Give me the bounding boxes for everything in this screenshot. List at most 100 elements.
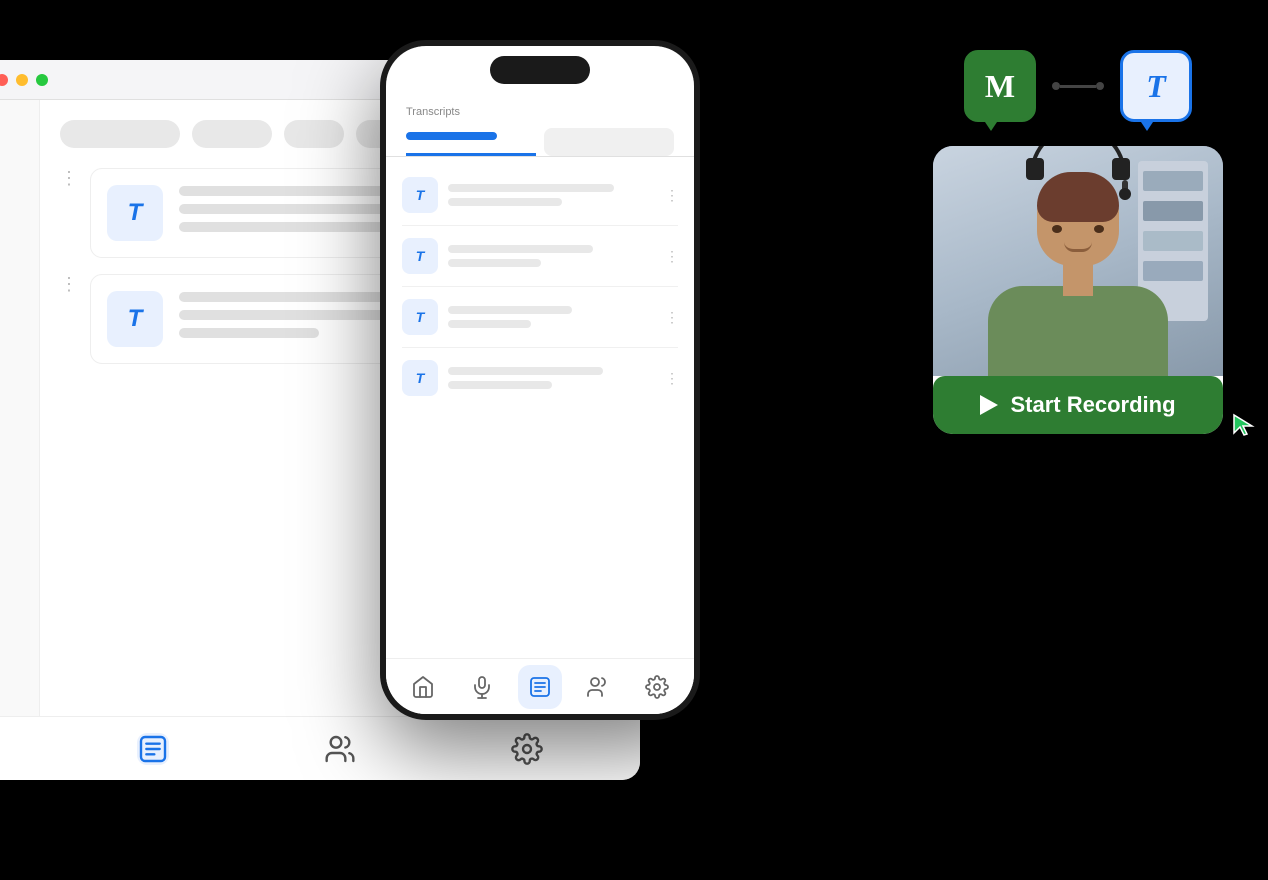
phone-nav-transcripts[interactable] (518, 665, 562, 709)
mic-icon (470, 675, 494, 699)
phone-t-icon-1: T (416, 187, 425, 203)
phone-notch (490, 56, 590, 84)
phone-sk-title-4 (448, 367, 603, 375)
phone-sk-sub-2 (448, 259, 541, 267)
skeleton-meta (179, 222, 391, 232)
desktop-nav-transcripts[interactable] (137, 733, 169, 765)
phone-item-more-1[interactable]: ⋮ (665, 187, 678, 204)
video-area (933, 146, 1223, 376)
active-tab-indicator (406, 132, 497, 140)
inactive-tab[interactable] (544, 128, 674, 156)
item-dots-icon[interactable]: ⋮ (60, 168, 76, 189)
phone-item-icon-3: T (402, 299, 438, 335)
phone-list-item-1[interactable]: T ⋮ (402, 165, 678, 226)
filter-pill-3 (284, 120, 344, 148)
home-icon (411, 675, 435, 699)
video-card: Start Recording (933, 146, 1223, 434)
person-eyes (1052, 224, 1104, 234)
phone-sk-title-2 (448, 245, 593, 253)
skeleton-meta-2 (179, 328, 319, 338)
transcripts-icon (528, 675, 552, 699)
phone-item-icon-4: T (402, 360, 438, 396)
record-button-label: Start Recording (1010, 392, 1175, 418)
settings-icon (645, 675, 669, 699)
transcript-icon-box-2: T (107, 291, 163, 347)
phone-item-text-1 (448, 184, 655, 206)
connector-bar (1060, 85, 1096, 88)
play-icon (980, 395, 998, 415)
phone-nav-team[interactable] (576, 665, 620, 709)
phone-sk-title-1 (448, 184, 614, 192)
team-icon (586, 675, 610, 699)
phone-bottom-nav (386, 658, 694, 714)
desktop-bottom-nav (0, 716, 640, 780)
person-head (1037, 172, 1119, 266)
eye-right (1094, 225, 1104, 233)
maximize-dot[interactable] (36, 74, 48, 86)
person-torso (988, 286, 1168, 376)
phone-divider (386, 156, 694, 157)
cursor-arrow-icon (1230, 411, 1258, 439)
phone-t-icon-2: T (416, 248, 425, 264)
t-logo-icon: T (128, 199, 143, 227)
close-dot[interactable] (0, 74, 8, 86)
transcript-icon-box: T (107, 185, 163, 241)
meet-app-icon: M (964, 50, 1036, 122)
cursor-indicator (1230, 411, 1258, 444)
headset-right (1112, 158, 1130, 180)
app-icons-row: M T (908, 50, 1248, 122)
person-smile (1064, 242, 1092, 252)
mic-head (1119, 188, 1131, 200)
item-dots-icon-2[interactable]: ⋮ (60, 274, 76, 295)
headset-left (1026, 158, 1044, 180)
right-panel: M T (908, 50, 1248, 434)
eye-left (1052, 225, 1062, 233)
phone-sk-sub-1 (448, 198, 562, 206)
minimize-dot[interactable] (16, 74, 28, 86)
mic-boom (1122, 180, 1128, 200)
phone-device: Transcripts T (380, 40, 700, 720)
connector (1052, 82, 1104, 90)
phone-sk-sub-3 (448, 320, 531, 328)
desktop-nav-settings[interactable] (511, 733, 543, 765)
phone-tab-bar (406, 128, 674, 156)
desktop-nav-team[interactable] (324, 733, 356, 765)
phone-nav-home[interactable] (401, 665, 445, 709)
phone-t-icon-3: T (416, 309, 425, 325)
shelf-row-1 (1143, 171, 1203, 191)
filter-pill-1 (60, 120, 180, 148)
phone-item-icon-1: T (402, 177, 438, 213)
start-recording-button[interactable]: Start Recording (933, 376, 1223, 434)
transcription-app-icon: T (1120, 50, 1192, 122)
filter-pill-2 (192, 120, 272, 148)
phone-t-icon-4: T (416, 370, 425, 386)
phone-header: Transcripts (386, 96, 694, 156)
connector-dot-right (1096, 82, 1104, 90)
meet-letter: M (985, 68, 1015, 105)
phone-item-more-3[interactable]: ⋮ (665, 309, 678, 326)
person-hair (1037, 172, 1119, 222)
shelf-row-2 (1143, 201, 1203, 221)
phone-nav-settings[interactable] (635, 665, 679, 709)
phone-list-item-4[interactable]: T ⋮ (402, 348, 678, 408)
phone-sk-sub-4 (448, 381, 552, 389)
phone-screen-title: Transcripts (406, 106, 674, 118)
shelf-row-4 (1143, 261, 1203, 281)
phone-body: Transcripts T (380, 40, 700, 720)
phone-transcript-list: T ⋮ T ⋮ (386, 165, 694, 658)
phone-item-icon-2: T (402, 238, 438, 274)
phone-item-text-2 (448, 245, 655, 267)
connector-dot-left (1052, 82, 1060, 90)
shelf-row-3 (1143, 231, 1203, 251)
phone-item-text-4 (448, 367, 655, 389)
phone-list-item-3[interactable]: T ⋮ (402, 287, 678, 348)
transcription-letter: T (1146, 68, 1166, 105)
person-neck (1063, 261, 1093, 296)
phone-item-more-2[interactable]: ⋮ (665, 248, 678, 265)
phone-item-more-4[interactable]: ⋮ (665, 370, 678, 387)
phone-sk-title-3 (448, 306, 572, 314)
phone-item-text-3 (448, 306, 655, 328)
phone-list-item-2[interactable]: T ⋮ (402, 226, 678, 287)
t-logo-icon-2: T (128, 305, 143, 333)
phone-nav-mic[interactable] (460, 665, 504, 709)
